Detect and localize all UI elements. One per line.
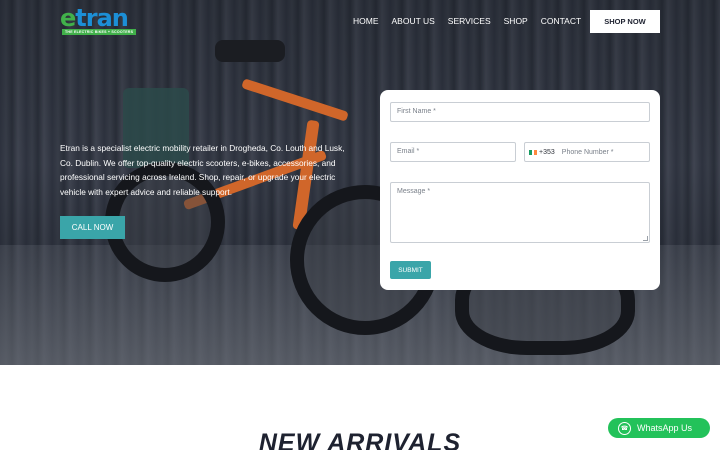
nav-item-home[interactable]: HOME xyxy=(353,16,379,26)
phone-placeholder: Phone Number * xyxy=(561,148,614,156)
whatsapp-icon: ☎ xyxy=(618,421,631,435)
phone-field[interactable]: +353 Phone Number * xyxy=(524,142,650,162)
hero-intro-text: Etran is a specialist electric mobility … xyxy=(60,143,345,197)
message-placeholder: Message * xyxy=(397,188,431,195)
message-field[interactable]: Message * xyxy=(390,182,650,243)
phone-dial-code: +353 xyxy=(539,148,555,156)
etran-logo[interactable]: etran THE ELECTRIC BIKES + SCOOTERS xyxy=(60,4,140,38)
contact-form: First Name * Email * +353 Phone Number *… xyxy=(380,90,660,290)
main-nav: HOME ABOUT US SERVICES SHOP CONTACT xyxy=(353,16,594,26)
resize-handle-icon[interactable] xyxy=(643,236,648,241)
whatsapp-button[interactable]: ☎ WhatsApp Us xyxy=(608,418,710,438)
shop-now-button[interactable]: SHOP NOW xyxy=(590,10,660,33)
nav-item-contact[interactable]: CONTACT xyxy=(541,16,581,26)
hero-bike-seat xyxy=(215,40,285,62)
logo-tagline: THE ELECTRIC BIKES + SCOOTERS xyxy=(62,29,137,35)
email-field[interactable]: Email * xyxy=(390,142,516,162)
hero-bike-frame xyxy=(241,78,349,122)
whatsapp-label: WhatsApp Us xyxy=(637,423,693,433)
nav-item-about-us[interactable]: ABOUT US xyxy=(392,16,435,26)
first-name-field[interactable]: First Name * xyxy=(390,102,650,122)
ireland-flag-icon[interactable] xyxy=(529,149,538,155)
call-now-button[interactable]: CALL NOW xyxy=(60,216,125,239)
nav-item-shop[interactable]: SHOP xyxy=(504,16,528,26)
submit-button[interactable]: SUBMIT xyxy=(390,261,431,279)
nav-item-services[interactable]: SERVICES xyxy=(448,16,491,26)
logo-wordmark: etran xyxy=(60,4,129,32)
